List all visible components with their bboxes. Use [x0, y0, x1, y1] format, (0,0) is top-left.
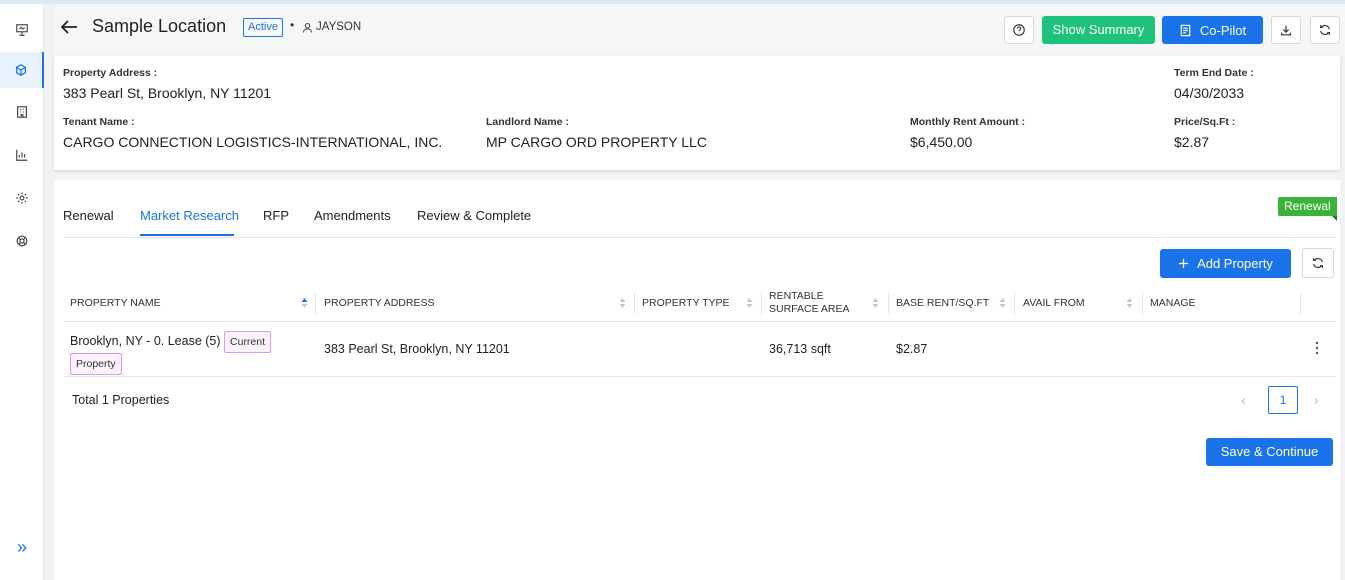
add-property-label: Add Property — [1197, 256, 1273, 271]
renewal-ribbon: Renewal — [1278, 197, 1337, 221]
column-surface-area-label: SURFACE AREA — [769, 303, 850, 315]
landlord-value: MP CARGO ORD PROPERTY LLC — [486, 134, 707, 150]
sort-icon[interactable] — [1126, 297, 1133, 309]
cell-rentable-area: 36,713 sqft — [769, 342, 831, 356]
sort-ascending-icon[interactable] — [301, 297, 308, 309]
column-property-type[interactable]: PROPERTY TYPE — [642, 284, 730, 322]
user-icon — [302, 22, 313, 33]
download-icon — [1281, 25, 1291, 36]
cube-icon — [16, 64, 26, 76]
column-divider — [1014, 292, 1015, 314]
property-address-value: 383 Pearl St, Brooklyn, NY 11201 — [63, 85, 272, 101]
tab-rfp[interactable]: RFP — [263, 208, 289, 223]
sort-icon[interactable] — [999, 297, 1006, 309]
plus-icon — [1178, 258, 1189, 269]
table-header: PROPERTY NAME PROPERTY ADDRESS PROPERTY … — [64, 284, 1336, 322]
copilot-label: Co-Pilot — [1199, 22, 1247, 38]
sort-icon[interactable] — [872, 297, 879, 309]
refresh-icon — [1320, 25, 1330, 35]
column-property-name[interactable]: PROPERTY NAME — [70, 284, 161, 322]
workflow-card: Renewal Market Research RFP Amendments R… — [54, 180, 1340, 580]
tab-bar: Renewal Market Research RFP Amendments R… — [63, 180, 1336, 238]
lifebuoy-icon — [16, 235, 28, 247]
refresh-icon — [1313, 258, 1323, 268]
assigned-user: JAYSON — [316, 21, 362, 33]
column-divider — [1142, 292, 1143, 314]
sidebar-item-support[interactable] — [0, 223, 44, 259]
document-icon — [1180, 24, 1191, 36]
sidebar-item-buildings[interactable] — [0, 94, 44, 130]
refresh-table-button[interactable] — [1302, 248, 1334, 278]
sort-icon[interactable] — [746, 297, 753, 309]
cell-base-rent: $2.87 — [896, 342, 928, 356]
monthly-rent-value: $6,450.00 — [910, 134, 973, 150]
back-arrow-icon[interactable] — [58, 16, 80, 38]
more-options-icon[interactable] — [1314, 340, 1320, 356]
current-property-badge: Current — [224, 331, 272, 353]
column-divider — [315, 292, 316, 314]
column-divider — [761, 292, 762, 314]
price-sqft-value: $2.87 — [1174, 134, 1210, 150]
refresh-button[interactable] — [1310, 16, 1340, 44]
sidebar-item-dashboard[interactable] — [0, 12, 44, 48]
column-divider — [634, 292, 635, 314]
cell-property-name[interactable]: Brooklyn, NY - 0. Lease (5) Current Prop… — [70, 331, 285, 375]
column-divider — [1300, 292, 1301, 314]
table-row[interactable]: Brooklyn, NY - 0. Lease (5) Current Prop… — [64, 322, 1336, 377]
property-name: Brooklyn, NY - 0. Lease (5) — [70, 334, 221, 348]
page-title: Sample Location — [92, 16, 227, 36]
column-property-address[interactable]: PROPERTY ADDRESS — [324, 284, 434, 322]
term-end-value: 04/30/2033 — [1174, 85, 1245, 101]
status-badge: Active — [243, 18, 283, 37]
sidebar-item-settings[interactable] — [0, 180, 44, 216]
page-header: Sample Location Active • JAYSON Show Sum… — [54, 4, 1345, 56]
total-count: Total 1 Properties — [72, 393, 170, 407]
pagination-prev-icon[interactable]: ‹ — [1241, 392, 1246, 408]
column-manage: MANAGE — [1150, 297, 1196, 309]
show-summary-button[interactable]: Show Summary — [1042, 16, 1155, 44]
presentation-icon — [16, 24, 28, 36]
save-continue-button[interactable]: Save & Continue — [1206, 438, 1333, 466]
active-tab-indicator — [140, 234, 234, 236]
sidebar: » — [0, 4, 44, 580]
building-icon — [17, 106, 27, 118]
monthly-rent-label: Monthly Rent Amount : — [910, 116, 1026, 128]
pagination-next-icon[interactable]: › — [1314, 392, 1319, 408]
copilot-button[interactable]: Co-Pilot — [1162, 16, 1263, 44]
landlord-label: Landlord Name : — [486, 116, 569, 128]
column-divider — [888, 292, 889, 314]
sort-icon[interactable] — [619, 297, 626, 309]
property-address-label: Property Address : — [63, 67, 158, 79]
gear-icon — [16, 192, 28, 204]
pagination-page-1[interactable]: 1 — [1268, 386, 1298, 414]
column-base-rent[interactable]: BASE RENT/SQ.FT — [896, 284, 989, 322]
column-rentable-area[interactable]: RENTABLE SURFACE AREA — [769, 284, 850, 322]
price-sqft-label: Price/Sq.Ft : — [1174, 116, 1236, 128]
current-property-badge-cont: Property — [70, 353, 122, 375]
question-circle-icon — [1013, 24, 1025, 36]
cell-property-address: 383 Pearl St, Brooklyn, NY 11201 — [324, 342, 510, 356]
separator-dot: • — [290, 18, 295, 32]
help-button[interactable] — [1004, 16, 1034, 44]
tab-renewal[interactable]: Renewal — [63, 208, 114, 223]
column-rentable-label: RENTABLE — [769, 290, 824, 302]
tenant-label: Tenant Name : — [63, 116, 135, 128]
term-end-label: Term End Date : — [1174, 67, 1254, 79]
sidebar-item-reports[interactable] — [0, 137, 44, 173]
column-avail-from[interactable]: AVAIL FROM — [1023, 284, 1085, 322]
sidebar-expand-icon[interactable]: » — [0, 537, 44, 558]
tab-amendments[interactable]: Amendments — [314, 208, 391, 223]
sidebar-item-properties[interactable] — [0, 52, 44, 88]
download-button[interactable] — [1271, 16, 1301, 44]
add-property-button[interactable]: Add Property — [1160, 249, 1291, 278]
property-info-card: Property Address : 383 Pearl St, Brookly… — [54, 56, 1340, 170]
tab-market-research[interactable]: Market Research — [140, 208, 239, 223]
tab-review-complete[interactable]: Review & Complete — [417, 208, 531, 223]
bar-chart-icon — [16, 149, 28, 161]
tenant-value: CARGO CONNECTION LOGISTICS-INTERNATIONAL… — [63, 134, 443, 150]
